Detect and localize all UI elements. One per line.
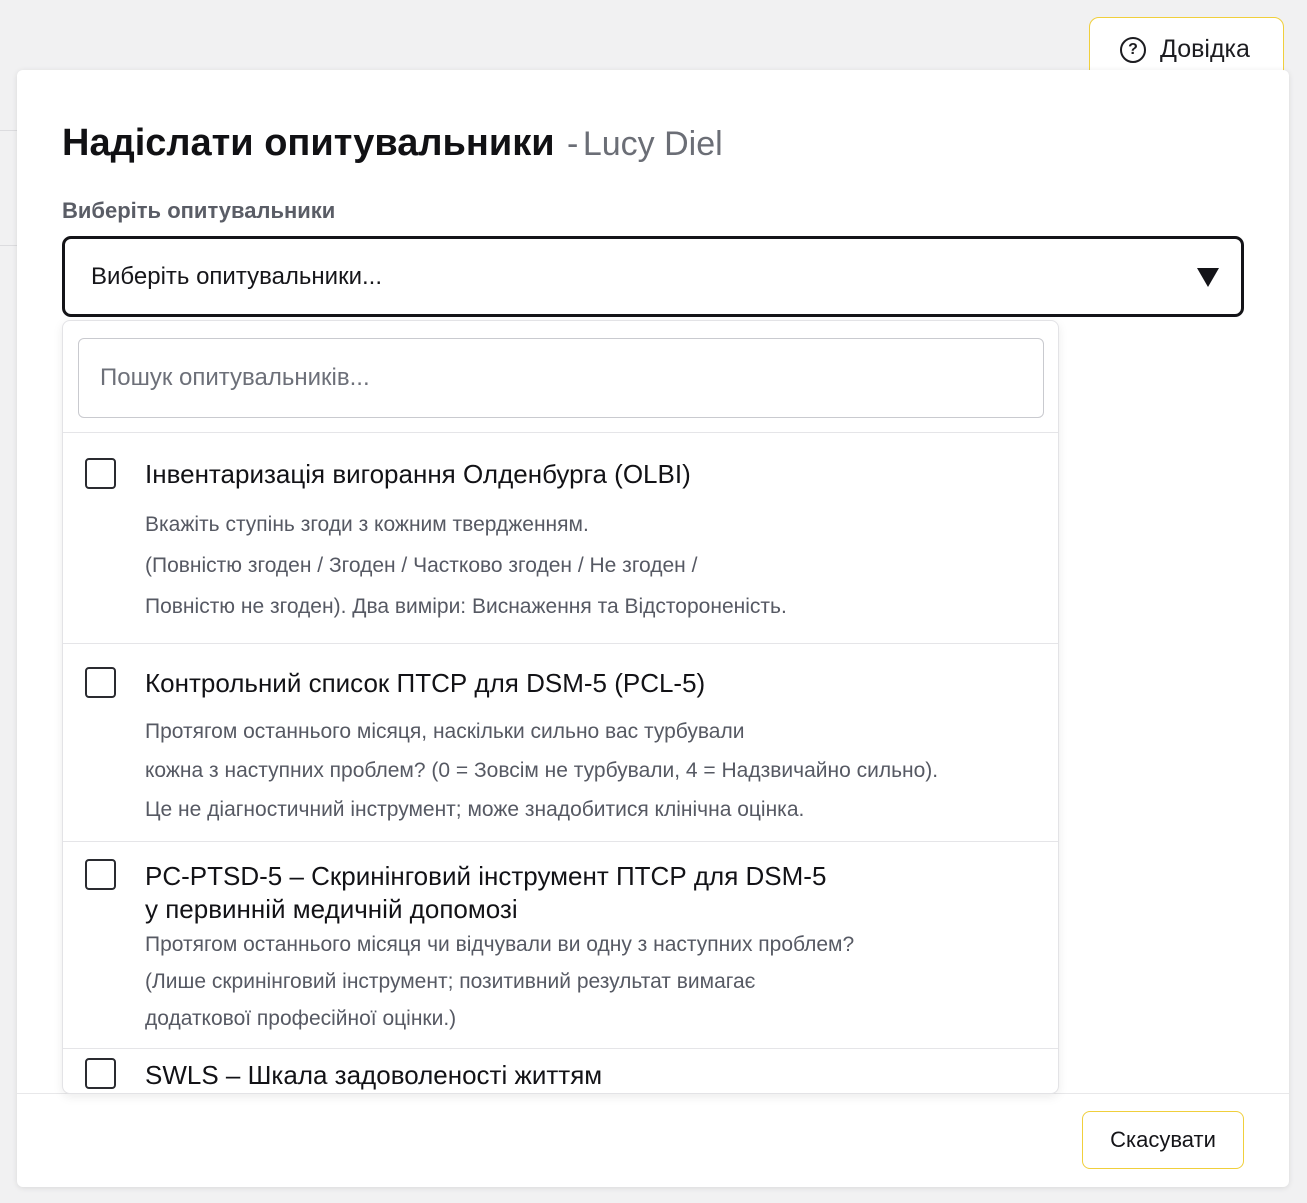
help-button-label: Довідка [1160, 35, 1250, 63]
option-checkbox[interactable] [85, 859, 116, 890]
list-item[interactable]: Інвентаризація вигорання Олденбурга (OLB… [63, 433, 1058, 643]
option-title: PC-PTSD-5 – Скринінговий інструмент ПТСР… [145, 861, 827, 891]
title-separator: - [567, 125, 579, 163]
questionnaire-field-label: Виберіть опитувальники [62, 198, 336, 223]
option-description: кожна з наступних проблем? (0 = Зовсім н… [145, 759, 939, 782]
questionnaire-select[interactable]: Виберіть опитувальники... [62, 236, 1244, 317]
option-checkbox[interactable] [85, 458, 116, 489]
option-checkbox[interactable] [85, 667, 116, 698]
modal-title-row: Надіслати опитувальники - Lucy Diel [62, 122, 723, 165]
option-title: Контрольний список ПТСР для DSM-5 (PCL-5… [145, 668, 706, 698]
list-item[interactable]: PC-PTSD-5 – Скринінговий інструмент ПТСР… [63, 842, 1058, 1048]
option-description: Протягом останнього місяця, наскільки си… [145, 720, 745, 743]
option-description: (Лише скринінговий інструмент; позитивни… [145, 970, 756, 993]
caret-down-icon [1197, 268, 1219, 287]
option-description: Вкажіть ступінь згоди з кожним твердженн… [145, 513, 589, 536]
select-placeholder: Виберіть опитувальники... [91, 262, 382, 290]
send-questionnaires-modal: Надіслати опитувальники - Lucy Diel Вибе… [17, 70, 1289, 1187]
backdrop-divider [0, 130, 18, 131]
option-description: додаткової професійної оцінки.) [145, 1007, 457, 1030]
cancel-button[interactable]: Скасувати [1082, 1111, 1244, 1169]
list-item[interactable]: Контрольний список ПТСР для DSM-5 (PCL-5… [63, 644, 1058, 840]
option-description: Протягом останнього місяця чи відчували … [145, 933, 855, 956]
list-item[interactable]: SWLS – Шкала задоволеності життям [63, 1049, 1058, 1093]
client-name: Lucy Diel [582, 125, 723, 163]
question-circle-icon: ? [1120, 37, 1146, 63]
option-description: Повністю не згоден). Два виміри: Виснаже… [145, 595, 787, 618]
option-description: (Повністю згоден / Згоден / Частково зго… [145, 554, 698, 577]
option-description: Це не діагностичний інструмент; може зна… [145, 798, 805, 821]
option-checkbox[interactable] [85, 1058, 116, 1089]
modal-title: Надіслати опитувальники [62, 122, 555, 164]
search-input[interactable] [78, 338, 1044, 418]
option-title: SWLS – Шкала задоволеності життям [145, 1060, 603, 1090]
questionnaire-dropdown: Інвентаризація вигорання Олденбурга (OLB… [62, 320, 1059, 1094]
backdrop-divider [0, 245, 18, 246]
option-title: у первинній медичній допомозі [145, 894, 518, 924]
option-title: Інвентаризація вигорання Олденбурга (OLB… [145, 459, 691, 489]
